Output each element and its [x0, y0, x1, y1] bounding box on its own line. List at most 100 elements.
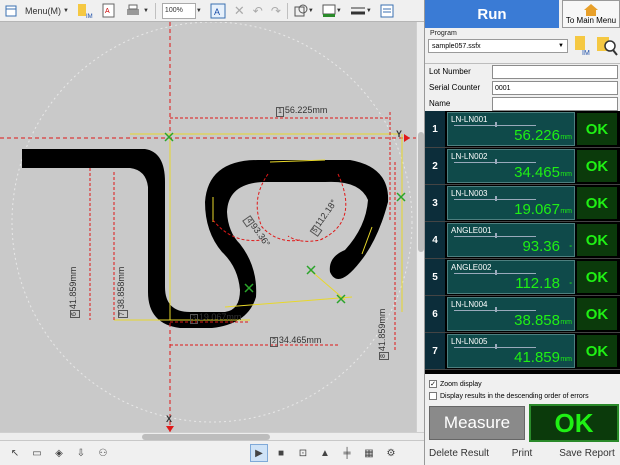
result-judge: OK — [577, 224, 617, 256]
result-row[interactable]: 5 ANGLE002 112.18 ° OK — [425, 259, 620, 296]
tolerance-marker — [495, 122, 497, 127]
top-toolbar: Menu(M) ▼ IM A ▼ 100% ▼ A ✕ ↶ ↷ ▼ ▼ ▼ — [0, 0, 424, 22]
result-row[interactable]: 1 LN-LN001 56.226 mm OK — [425, 111, 620, 148]
lot-number-input[interactable] — [492, 65, 618, 79]
pointer-icon[interactable]: ↖ — [6, 444, 24, 462]
undo-icon[interactable]: ↶ — [250, 2, 266, 20]
result-value: 38.858 — [514, 312, 560, 329]
x-axis-label: X — [166, 414, 173, 424]
settings-icon[interactable]: ⚙ — [382, 444, 400, 462]
horizontal-scrollbar[interactable] — [0, 432, 424, 440]
menu-label: Menu(M) — [25, 5, 62, 16]
result-row[interactable]: 2 LN-LN002 34.465 mm OK — [425, 148, 620, 185]
result-value: 34.465 — [514, 164, 560, 181]
image-canvas[interactable]: 1 56.225mm 3 19.067mm 2 34.465mm 493.36° 51… — [0, 22, 416, 432]
zoom-display-checkbox[interactable]: ✓ — [429, 380, 437, 388]
save-report-button[interactable]: Save Report — [555, 444, 619, 462]
play-icon[interactable]: ▶ — [250, 444, 268, 462]
result-name: LN-LN004 — [451, 300, 488, 309]
zoom-display-label: Zoom display — [440, 380, 482, 388]
serial-counter-input[interactable]: 0001 — [492, 81, 618, 95]
name-input[interactable] — [492, 97, 618, 111]
line-tool-icon[interactable]: ╪ — [338, 444, 356, 462]
dim-label-1: 1 56.225mm — [276, 105, 328, 117]
zoom-value: 100% — [161, 2, 196, 19]
descending-option[interactable]: Display results in the descending order … — [429, 392, 589, 400]
svg-text:A: A — [105, 8, 110, 15]
dim-label-3: 3 19.067mm — [190, 312, 242, 324]
main-menu-button[interactable]: To Main Menu — [562, 0, 620, 28]
layers-icon[interactable]: ◈ — [50, 444, 68, 462]
program-select[interactable]: sample057.ssfx ▼ — [428, 39, 568, 53]
result-row[interactable]: 6 LN-LN004 38.858 mm OK — [425, 296, 620, 333]
result-name: LN-LN002 — [451, 152, 488, 161]
result-body: LN-LN002 34.465 mm — [447, 149, 575, 183]
svg-text:IM: IM — [582, 50, 590, 56]
open-im-icon[interactable]: IM — [573, 34, 593, 57]
fill-color-icon[interactable]: ▼ — [319, 2, 345, 20]
edge-detect-icon[interactable]: ▲ — [316, 444, 334, 462]
layout-icon[interactable] — [2, 2, 20, 20]
result-judge: OK — [577, 150, 617, 182]
line-width-icon[interactable]: ▼ — [347, 2, 375, 20]
zoom-select[interactable]: 100% ▼ — [159, 2, 205, 20]
delete-result-button[interactable]: Delete Result — [428, 444, 490, 462]
descending-checkbox[interactable] — [429, 392, 437, 400]
total-judge-indicator: OK — [529, 404, 619, 442]
result-number: 3 — [425, 185, 445, 221]
result-row[interactable]: 4 ANGLE001 93.36 ° OK — [425, 222, 620, 259]
zoom-display-option[interactable]: ✓ Zoom display — [429, 380, 482, 388]
result-body: ANGLE002 112.18 ° — [447, 260, 575, 294]
filter-icon[interactable]: ▦ — [360, 444, 378, 462]
result-judge: OK — [577, 298, 617, 330]
tree-icon[interactable]: ⚇ — [94, 444, 112, 462]
result-judge: OK — [577, 113, 617, 145]
bottom-toolbar: ↖ ▭ ◈ ⇩ ⚇ ▶ ■ ⊡ ▲ ╪ ▦ ⚙ — [0, 440, 424, 465]
menu-button[interactable]: Menu(M) ▼ — [22, 2, 72, 20]
print-button[interactable]: Print — [505, 444, 539, 462]
result-row[interactable]: 7 LN-LN005 41.859 mm OK — [425, 333, 620, 370]
camera-icon[interactable]: ▭ — [28, 444, 46, 462]
delete-icon[interactable]: ✕ — [231, 2, 248, 20]
redo-icon[interactable]: ↷ — [268, 2, 284, 20]
result-name: LN-LN001 — [451, 115, 488, 124]
main-menu-label: To Main Menu — [565, 16, 617, 25]
dim-label-8: 841.859mm — [377, 308, 389, 360]
result-value: 93.36 — [522, 238, 560, 255]
serial-counter-label: Serial Counter — [429, 83, 481, 92]
name-row: Name — [425, 97, 620, 112]
fit-screen-icon[interactable]: A — [207, 2, 229, 20]
result-row[interactable]: 3 LN-LN003 19.067 mm OK — [425, 185, 620, 222]
result-name: ANGLE001 — [451, 226, 492, 235]
run-panel: Run To Main Menu Program sample057.ssfx … — [424, 0, 620, 465]
lot-number-row: Lot Number — [425, 65, 620, 80]
result-number: 6 — [425, 296, 445, 332]
properties-icon[interactable] — [377, 2, 397, 20]
tolerance-marker — [495, 159, 497, 164]
run-title: Run — [425, 0, 559, 28]
download-icon[interactable]: ⇩ — [72, 444, 90, 462]
result-name: ANGLE002 — [451, 263, 492, 272]
result-name: LN-LN003 — [451, 189, 488, 198]
search-file-icon[interactable] — [596, 34, 618, 56]
result-number: 1 — [425, 111, 445, 147]
shape-select-icon[interactable]: ▼ — [291, 2, 317, 20]
stop-icon[interactable]: ■ — [272, 444, 290, 462]
result-value: 112.18 — [515, 275, 560, 292]
fit-icon[interactable]: ⊡ — [294, 444, 312, 462]
result-body: ANGLE001 93.36 ° — [447, 223, 575, 257]
result-unit: mm — [560, 319, 572, 326]
print-icon[interactable]: ▼ — [122, 2, 152, 20]
program-value: sample057.ssfx — [432, 42, 481, 50]
app-window: Menu(M) ▼ IM A ▼ 100% ▼ A ✕ ↶ ↷ ▼ ▼ ▼ 1 … — [0, 0, 620, 465]
vertical-scrollbar[interactable] — [416, 22, 424, 432]
measure-button[interactable]: Measure — [429, 406, 525, 440]
result-unit: ° — [569, 245, 572, 252]
descending-label: Display results in the descending order … — [440, 392, 589, 400]
report-icon[interactable]: A — [98, 2, 120, 20]
program-label: Program — [430, 30, 457, 37]
tolerance-marker — [495, 233, 497, 238]
toolbar-separator — [286, 2, 288, 19]
input-fields: Lot Number Serial Counter 0001 Name — [425, 63, 620, 111]
im-icon[interactable]: IM — [74, 2, 96, 20]
